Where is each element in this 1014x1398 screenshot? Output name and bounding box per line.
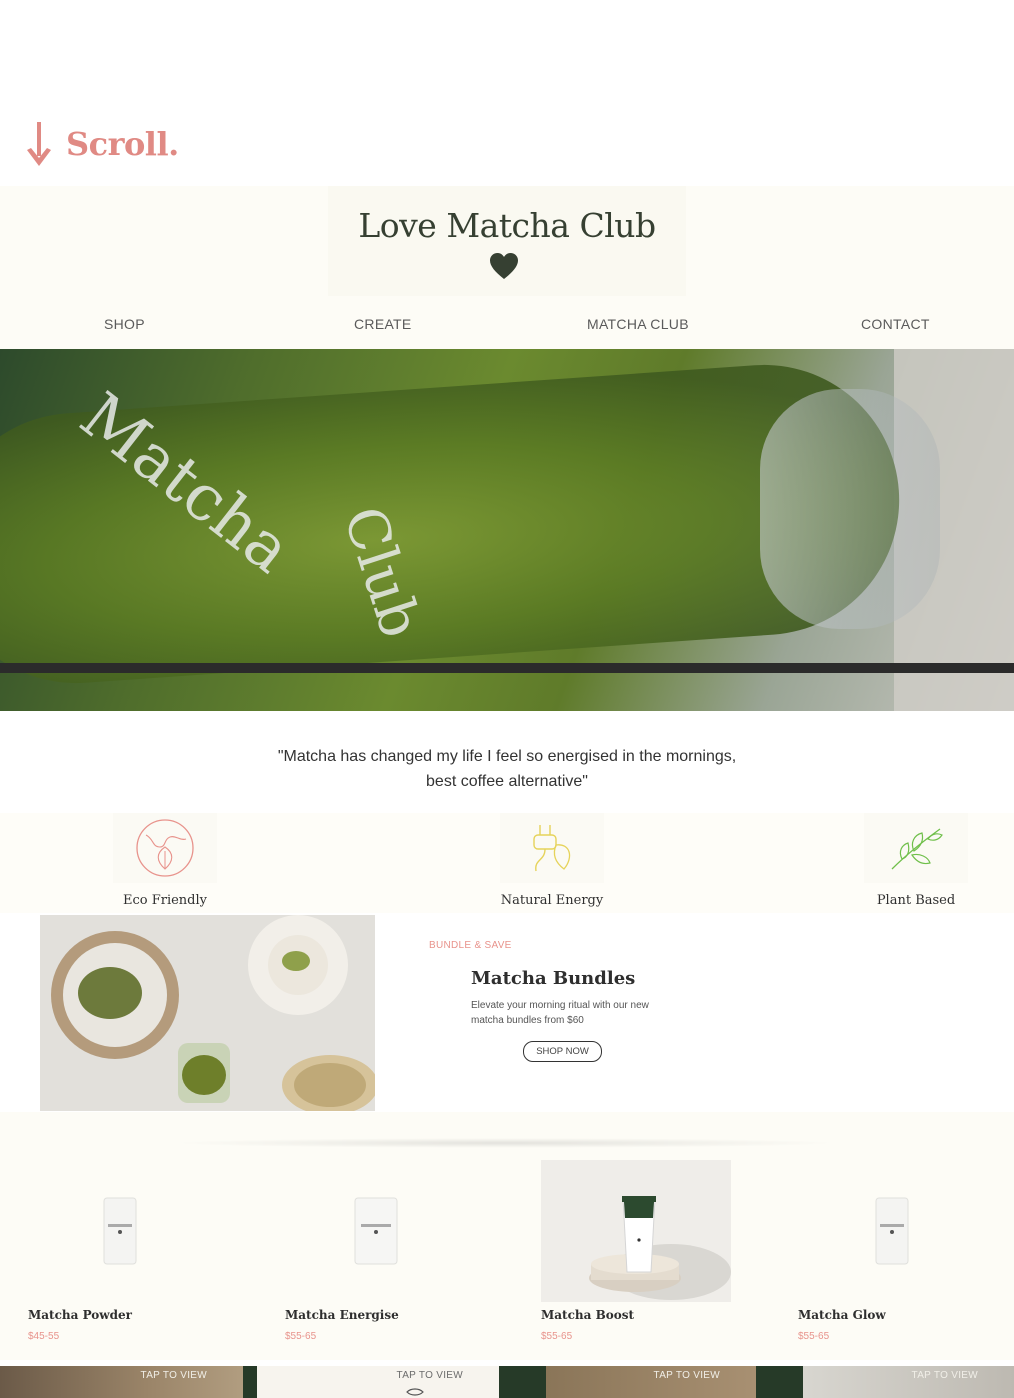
tile-divider [756,1366,803,1398]
tile-divider [499,1366,546,1398]
shop-now-button[interactable]: SHOP NOW [523,1041,602,1062]
site-header: Love Matcha Club SHOP CREATE MATCHA CLUB… [0,186,1014,349]
feature-label: Plant Based [876,893,956,908]
tap-to-view-link[interactable]: TAP TO VIEW [912,1370,978,1381]
feature-eco-friendly: Eco Friendly [75,813,255,908]
globe-leaf-icon [136,819,194,877]
tap-to-view-link[interactable]: TAP TO VIEW [654,1370,720,1381]
main-nav: SHOP CREATE MATCHA CLUB CONTACT [0,316,1014,338]
features-strip: Eco Friendly Natural Energy Plant Based [0,813,1014,913]
product-card[interactable]: Matcha Boost $55-65 [541,1160,731,1360]
feature-label: Natural Energy [500,893,604,908]
product-pouch-image [875,1197,909,1265]
testimonial-line: best coffee alternative" [426,773,588,790]
product-image[interactable] [28,1160,218,1302]
product-cup-image [541,1160,731,1302]
product-card[interactable]: Matcha Glow $55-65 [798,1160,988,1360]
tap-to-view-link[interactable]: TAP TO VIEW [397,1370,463,1381]
product-image[interactable] [541,1160,731,1302]
nav-matcha-club[interactable]: MATCHA CLUB [587,316,689,332]
product-pouch-image [103,1197,137,1265]
product-price: $45-55 [28,1331,60,1342]
tile-card[interactable]: TAP TO VIEW [546,1366,756,1398]
hero-divider-bar [0,663,1014,673]
tap-to-view-link[interactable]: TAP TO VIEW [141,1370,207,1381]
product-price: $55-65 [541,1331,573,1342]
scroll-label: Scroll. [66,125,179,163]
feature-plant-based: Plant Based [826,813,1006,908]
section-separator-shadow [170,1138,840,1148]
bundle-description: Elevate your morning ritual with our new… [471,1000,649,1026]
product-name[interactable]: Matcha Boost [541,1308,634,1322]
product-name[interactable]: Matcha Glow [798,1308,886,1322]
nav-contact[interactable]: CONTACT [861,316,930,332]
hero-cup-lid [760,389,940,629]
tile-row: TAP TO VIEW TAP TO VIEW TAP TO VIEW TAP … [0,1366,1014,1398]
product-name[interactable]: Matcha Powder [28,1308,132,1322]
tile-card[interactable]: TAP TO VIEW [257,1366,499,1398]
product-price: $55-65 [798,1331,830,1342]
tile-divider [243,1366,257,1398]
feature-natural-energy: Natural Energy [462,813,642,908]
bundle-tag: BUNDLE & SAVE [429,940,512,951]
testimonial-line: "Matcha has changed my life I feel so en… [277,748,737,765]
bundle-title: Matcha Bundles [471,968,636,989]
nav-create[interactable]: CREATE [354,316,412,332]
section-separator [0,1112,1014,1160]
product-name[interactable]: Matcha Energise [285,1308,399,1322]
tile-card[interactable]: TAP TO VIEW [803,1366,1014,1398]
product-grid: Matcha Powder $45-55 Matcha Energise $55… [0,1160,1014,1360]
logo[interactable]: Love Matcha Club [328,186,686,296]
product-card[interactable]: Matcha Energise $55-65 [285,1160,475,1360]
tile-card[interactable]: TAP TO VIEW [0,1366,243,1398]
product-card[interactable]: Matcha Powder $45-55 [28,1160,218,1360]
energy-plug-icon [533,825,571,872]
arrow-down-icon [27,122,51,166]
nav-shop[interactable]: SHOP [104,316,145,332]
product-image[interactable] [798,1160,988,1302]
scroll-cue: Scroll. [26,120,179,168]
logo-title: Love Matcha Club [358,206,656,245]
heart-icon [490,253,518,279]
product-price: $55-65 [285,1331,317,1342]
bundle-photo-illustration [40,915,375,1111]
hero-banner: Matcha Club [0,349,1014,711]
product-pouch-image [354,1197,398,1265]
bundle-photo[interactable] [40,915,375,1111]
feature-label: Eco Friendly [122,893,207,908]
product-image[interactable] [285,1160,475,1302]
leaf-branch-icon [891,828,943,870]
testimonial: "Matcha has changed my life I feel so en… [200,744,814,794]
